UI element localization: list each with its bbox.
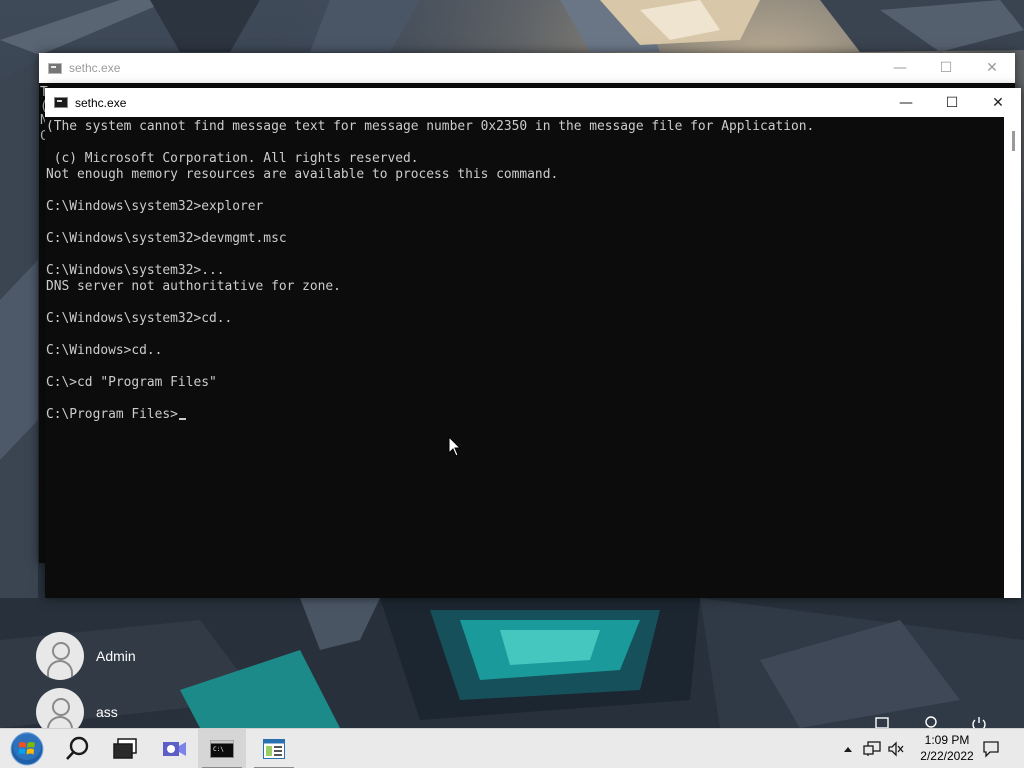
task-view-icon <box>113 738 137 759</box>
clock-time: 1:09 PM <box>924 733 970 747</box>
console-line: C:\Windows\system32>... <box>46 263 225 278</box>
scrollbar-thumb[interactable] <box>1012 131 1015 151</box>
console-line: Not enough memory resources are availabl… <box>46 167 559 182</box>
console-line: (The system cannot find message text for… <box>46 119 815 134</box>
minimize-button[interactable]: — <box>883 88 929 117</box>
taskbar: C:\ 1:09 PM 2/22/2022 <box>0 728 1024 768</box>
show-hidden-icons-icon <box>844 747 852 752</box>
volume-muted-icon <box>888 741 904 757</box>
close-button[interactable]: ✕ <box>975 88 1021 117</box>
volume-button[interactable] <box>886 739 906 759</box>
console-window[interactable]: sethc.exe — ☐ ✕ (The system cannot find … <box>45 88 1021 598</box>
app-window-icon <box>263 739 285 759</box>
user-avatar-icon <box>36 632 84 680</box>
close-button[interactable]: ✕ <box>969 53 1015 83</box>
maximize-button[interactable]: ☐ <box>923 53 969 83</box>
accessibility-icon[interactable] <box>874 716 892 728</box>
start-button[interactable] <box>4 729 50 768</box>
show-hidden-icons-button[interactable] <box>838 739 858 759</box>
command-prompt-icon <box>54 97 68 108</box>
maximize-button[interactable]: ☐ <box>929 88 975 117</box>
network-button[interactable] <box>862 739 882 759</box>
start-orb-icon <box>10 732 44 766</box>
console-output[interactable]: (The system cannot find message text for… <box>45 117 1004 598</box>
minimize-button[interactable]: — <box>877 53 923 83</box>
console-line: C:\Windows\system32>explorer <box>46 199 264 214</box>
task-view-button[interactable] <box>102 729 148 768</box>
console-line: (c) Microsoft Corporation. All rights re… <box>46 151 419 166</box>
power-icon[interactable] <box>970 716 988 728</box>
text-cursor <box>178 418 186 420</box>
notifications-icon <box>983 741 999 758</box>
network-icon <box>863 741 881 756</box>
user-tile-admin[interactable]: Admin <box>36 632 136 680</box>
command-prompt-icon: C:\ <box>210 740 234 758</box>
vertical-scrollbar[interactable] <box>1004 117 1021 598</box>
clock[interactable]: 1:09 PM 2/22/2022 <box>912 732 982 764</box>
console-line: C:\>cd "Program Files" <box>46 375 217 390</box>
notifications-button[interactable] <box>981 739 1001 759</box>
clock-date: 2/22/2022 <box>920 749 974 763</box>
title-bar[interactable]: sethc.exe — ☐ ✕ <box>45 88 1021 117</box>
user-name: ass <box>96 704 118 720</box>
taskbar-app[interactable] <box>250 729 298 768</box>
svg-text:C:\: C:\ <box>213 746 224 753</box>
title-bar[interactable]: sethc.exe — ☐ ✕ <box>39 53 1015 83</box>
search-icon <box>66 736 89 760</box>
console-prompt: C:\Program Files> <box>46 407 178 422</box>
search-button[interactable] <box>55 729 101 768</box>
desktop: sethc.exe — ☐ ✕ T ( N C sethc.exe — ☐ ✕ … <box>0 0 1024 768</box>
user-name: Admin <box>96 648 136 664</box>
taskbar-command-prompt[interactable]: C:\ <box>198 729 246 768</box>
console-line: DNS server not authoritative for zone. <box>46 279 341 294</box>
meet-now-button[interactable] <box>151 729 197 768</box>
console-line: C:\Windows>cd.. <box>46 343 163 358</box>
ease-of-access-icon[interactable] <box>922 716 940 728</box>
console-prompt-line[interactable]: C:\Program Files> <box>46 407 1004 423</box>
console-lines: (The system cannot find message text for… <box>46 119 1004 407</box>
console-line: C:\Windows\system32>cd.. <box>46 311 233 326</box>
mouse-pointer-icon <box>448 436 462 457</box>
window-title: sethc.exe <box>75 95 127 110</box>
meet-now-icon <box>163 742 186 756</box>
command-prompt-icon <box>48 62 62 74</box>
console-line: C:\Windows\system32>devmgmt.msc <box>46 231 287 246</box>
window-title: sethc.exe <box>69 61 121 75</box>
